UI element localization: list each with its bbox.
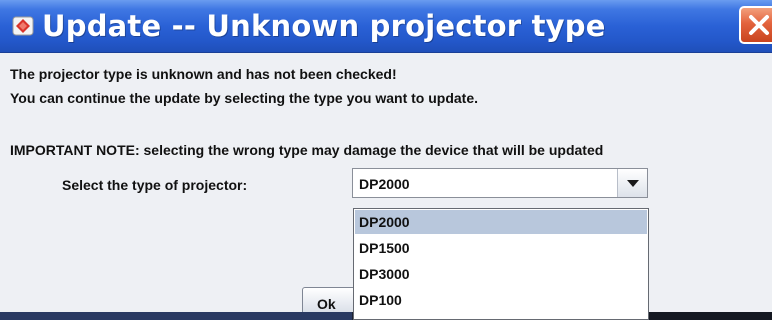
close-button[interactable] bbox=[739, 6, 772, 44]
dropdown-option-label: DP1500 bbox=[359, 240, 410, 256]
dropdown-arrow-button[interactable] bbox=[617, 169, 647, 197]
projector-type-label: Select the type of projector: bbox=[62, 177, 248, 193]
projector-app-icon bbox=[12, 16, 34, 36]
dropdown-option-label: DP2000 bbox=[359, 214, 410, 230]
title-bar[interactable]: Update -- Unknown projector type bbox=[0, 0, 772, 53]
dropdown-option-dp3000[interactable]: DP3000 bbox=[355, 262, 647, 286]
window-bottom-edge-left bbox=[0, 312, 352, 320]
dropdown-option-dp100[interactable]: DP100 bbox=[355, 288, 647, 312]
dialog-title: Update -- Unknown projector type bbox=[42, 9, 606, 43]
important-note: IMPORTANT NOTE: selecting the wrong type… bbox=[10, 142, 604, 158]
message-line-1: The projector type is unknown and has no… bbox=[10, 66, 397, 82]
dropdown-option-label: DP3000 bbox=[359, 266, 410, 282]
dropdown-option-dp2000[interactable]: DP2000 bbox=[355, 210, 647, 234]
dropdown-option-dp1500[interactable]: DP1500 bbox=[355, 236, 647, 260]
chevron-down-icon bbox=[627, 180, 639, 187]
dropdown-option-label: DP100 bbox=[359, 292, 402, 308]
update-dialog: Update -- Unknown projector type The pro… bbox=[0, 0, 772, 320]
projector-type-selected-value: DP2000 bbox=[359, 176, 410, 192]
projector-type-dropdown-list: DP2000 DP1500 DP3000 DP100 bbox=[353, 208, 649, 320]
window-bottom-edge-right bbox=[649, 312, 772, 320]
ok-button-label: Ok bbox=[317, 296, 336, 312]
projector-type-select[interactable]: DP2000 bbox=[352, 168, 648, 198]
close-icon bbox=[749, 15, 769, 35]
message-line-2: You can continue the update by selecting… bbox=[10, 90, 479, 106]
